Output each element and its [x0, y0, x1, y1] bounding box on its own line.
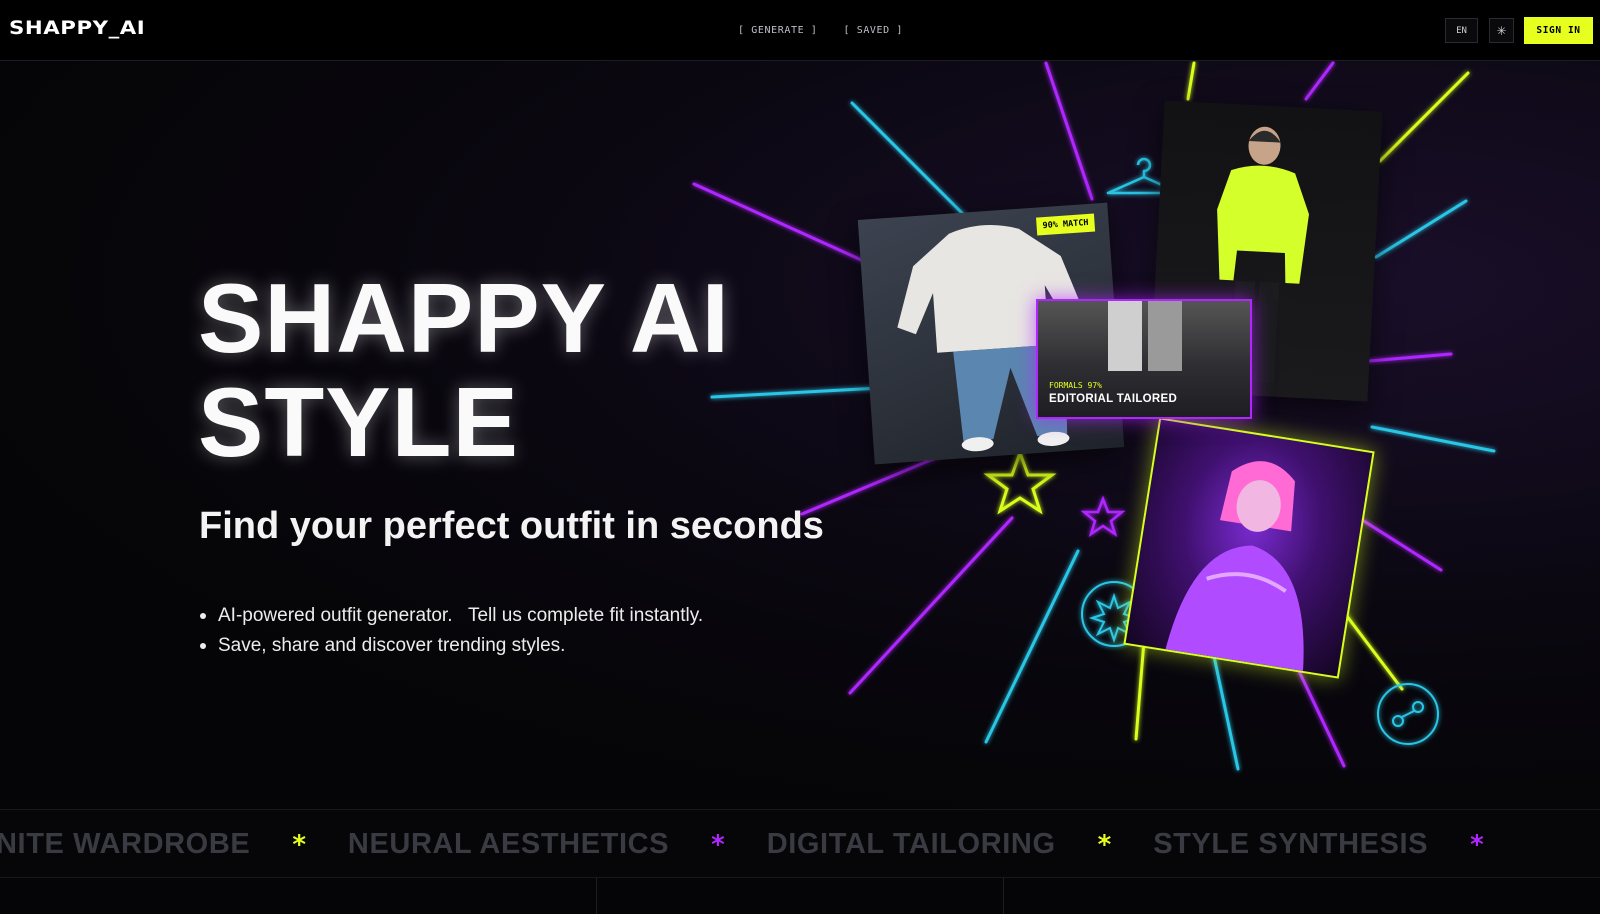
- sign-in-button[interactable]: SIGN IN: [1524, 17, 1593, 44]
- editorial-title: EDITORIAL TAILORED: [1049, 393, 1178, 405]
- editorial-kicker: FORMALS 97%: [1049, 381, 1102, 390]
- ticker-star-icon: *: [1470, 829, 1484, 860]
- neon-ray: [710, 386, 882, 399]
- star-icon: [1080, 495, 1126, 537]
- hero-title-line-2: STYLE: [198, 367, 519, 477]
- neon-ray: [1367, 352, 1453, 363]
- neon-ray: [1354, 514, 1443, 572]
- neon-ray: [1186, 61, 1196, 101]
- divider: [596, 878, 597, 914]
- ticker-star-icon: *: [1097, 829, 1112, 860]
- nav-generate-link[interactable]: [ GENERATE ]: [738, 25, 817, 36]
- divider: [1003, 878, 1004, 914]
- neon-ray: [1370, 425, 1496, 453]
- feature-list: AI-powered outfit generator. Tell us com…: [200, 601, 703, 661]
- star-icon: [983, 448, 1057, 515]
- neon-ray: [850, 101, 974, 225]
- neon-ray: [1210, 645, 1240, 771]
- nav-saved-link[interactable]: [ SAVED ]: [843, 25, 903, 36]
- neon-jacket-image: [1164, 461, 1304, 675]
- hero-section: SHAPPY AI STYLE Find your perfect outfit…: [0, 61, 1600, 809]
- neon-ray: [1378, 71, 1470, 163]
- list-item: Save, share and discover trending styles…: [200, 631, 703, 661]
- hero-title: SHAPPY AI STYLE: [198, 266, 730, 474]
- main-nav: [ GENERATE ] [ SAVED ]: [738, 25, 903, 36]
- neon-ray: [848, 516, 1014, 695]
- feature-text: Save, share and discover trending styles…: [218, 635, 566, 656]
- top-bar: SHAPPY_AI [ GENERATE ] [ SAVED ] EN ✳ SI…: [0, 0, 1600, 61]
- bullet-dot: [200, 643, 206, 649]
- sun-icon: ✳: [1496, 23, 1507, 38]
- brand-logo[interactable]: SHAPPY_AI: [9, 17, 145, 39]
- neon-ray: [1044, 61, 1094, 201]
- bottom-section: [0, 878, 1600, 914]
- ticker-track: NITE WARDROBE * NEURAL AESTHETICS * DIGI…: [0, 828, 1526, 861]
- neon-ray: [1304, 61, 1335, 101]
- feature-text: AI-powered outfit generator. Tell us com…: [218, 605, 704, 626]
- ticker-item: NITE WARDROBE: [0, 828, 251, 860]
- list-item: AI-powered outfit generator. Tell us com…: [200, 601, 703, 631]
- bullet-dot: [200, 613, 206, 619]
- language-button[interactable]: EN: [1445, 18, 1478, 43]
- marquee-ticker: NITE WARDROBE * NEURAL AESTHETICS * DIGI…: [0, 809, 1600, 878]
- ticker-star-icon: *: [292, 829, 306, 860]
- hero-title-line-1: SHAPPY AI: [198, 263, 730, 373]
- ticker-star-icon: *: [711, 829, 725, 860]
- hero-subtitle: Find your perfect outfit in seconds: [199, 505, 824, 547]
- ticker-item: NEURAL AESTHETICS: [347, 828, 670, 860]
- neon-ray: [1374, 199, 1468, 259]
- editorial-card[interactable]: FORMALS 97% EDITORIAL TAILORED: [1036, 299, 1252, 419]
- ticker-item: STYLE SYNTHESIS: [1153, 828, 1429, 860]
- ticker-item: DIGITAL TAILORING: [766, 828, 1056, 860]
- neon-ray: [1296, 667, 1346, 768]
- theme-toggle-button[interactable]: ✳: [1489, 18, 1514, 43]
- neon-ray: [984, 549, 1080, 744]
- outfit-card-neon[interactable]: [1123, 417, 1375, 679]
- link-icon: [1377, 683, 1439, 745]
- neon-ray: [1134, 639, 1146, 741]
- neon-ray: [692, 182, 870, 265]
